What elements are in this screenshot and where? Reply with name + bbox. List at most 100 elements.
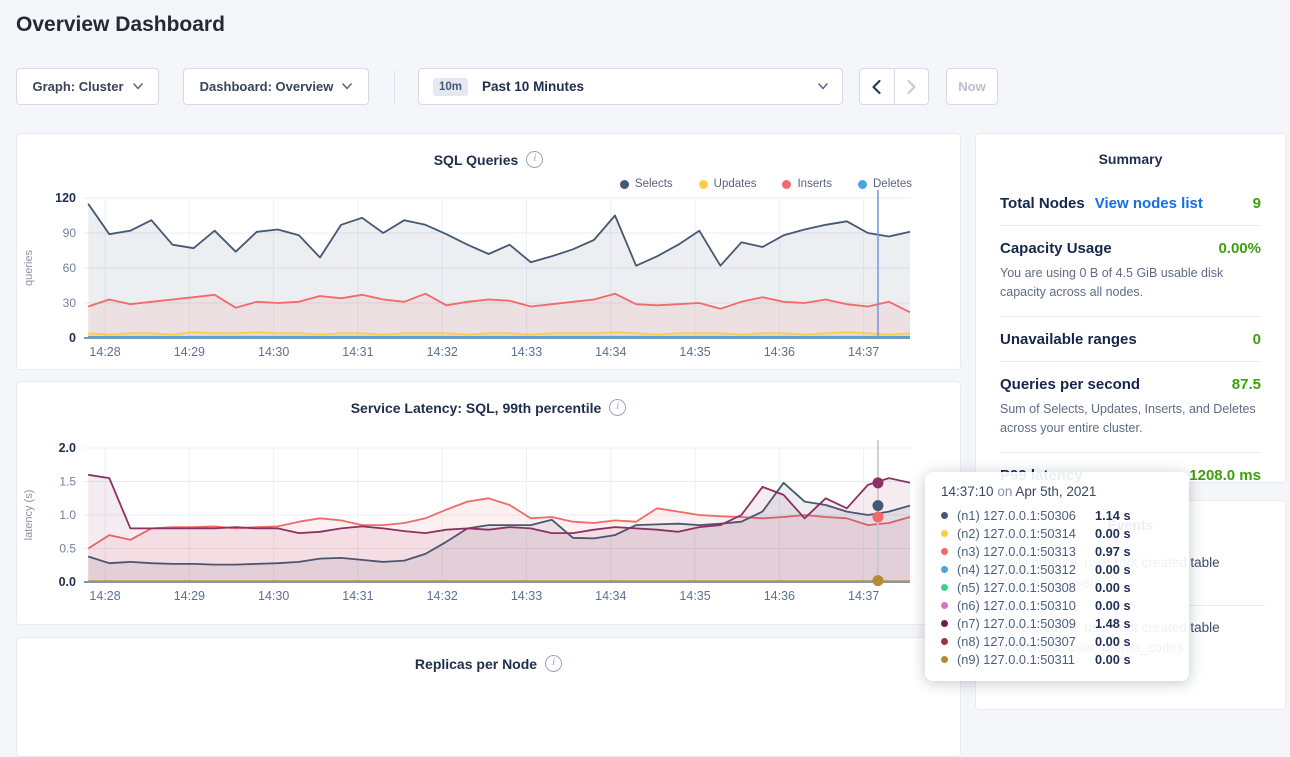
replicas-panel: Replicas per Node i — [16, 637, 961, 757]
chevron-down-icon — [818, 83, 828, 90]
node-latency-value: 0.00 s — [1095, 652, 1131, 667]
node-color-dot — [941, 548, 948, 555]
x-tick-label: 14:35 — [679, 345, 710, 359]
x-tick-label: 14:34 — [595, 345, 626, 359]
capacity-usage-label: Capacity Usage — [1000, 240, 1112, 257]
node-latency-value: 1.14 s — [1095, 508, 1131, 523]
node-address: (n1) 127.0.0.1:50306 — [957, 508, 1095, 523]
sql-queries-chart[interactable]: 14:28 14:29 14:30 14:31 14:32 14:33 14:34 14:35… — [18, 142, 961, 370]
y-tick-label: 90 — [63, 226, 77, 240]
y-tick-label: 120 — [55, 191, 76, 205]
node-color-dot — [941, 602, 948, 609]
y-tick-label: 0.0 — [59, 575, 76, 589]
node-color-dot — [941, 584, 948, 591]
qps-value: 87.5 — [1232, 376, 1261, 393]
x-tick-label: 14:28 — [89, 589, 120, 603]
tooltip-node-row: (n7) 127.0.0.1:503091.48 s — [941, 614, 1173, 632]
dashboard-dropdown[interactable]: Dashboard: Overview — [183, 68, 369, 105]
node-address: (n4) 127.0.0.1:50312 — [957, 562, 1095, 577]
graph-dropdown[interactable]: Graph: Cluster — [16, 68, 159, 105]
qps-label: Queries per second — [1000, 376, 1140, 393]
x-tick-label: 14:29 — [174, 589, 205, 603]
total-nodes-label: Total Nodes — [1000, 195, 1085, 212]
tooltip-node-row: (n6) 127.0.0.1:503100.00 s — [941, 596, 1173, 614]
y-tick-label: 60 — [63, 261, 77, 275]
node-address: (n2) 127.0.0.1:50314 — [957, 526, 1095, 541]
controls-divider — [394, 70, 395, 105]
x-tick-label: 14:30 — [258, 589, 289, 603]
x-tick-label: 14:28 — [89, 345, 120, 359]
time-range-badge: 10m — [433, 78, 468, 96]
summary-row-qps: Queries per second 87.5 Sum of Selects, … — [1000, 362, 1261, 453]
x-tick-label: 14:37 — [848, 345, 879, 359]
y-tick-label: 0.5 — [59, 542, 76, 556]
x-tick-label: 14:32 — [427, 345, 458, 359]
summary-row-capacity: Capacity Usage 0.00% You are using 0 B o… — [1000, 226, 1261, 317]
chevron-left-icon — [871, 79, 882, 95]
hover-dot — [872, 500, 883, 511]
x-tick-label: 14:30 — [258, 345, 289, 359]
y-tick-label: 0 — [69, 331, 76, 345]
page-title: Overview Dashboard — [16, 13, 225, 37]
graph-dropdown-label: Graph: Cluster — [32, 79, 123, 94]
view-nodes-list-link[interactable]: View nodes list — [1095, 195, 1203, 212]
tooltip-node-row: (n2) 127.0.0.1:503140.00 s — [941, 524, 1173, 542]
capacity-usage-value: 0.00% — [1218, 240, 1261, 257]
node-color-dot — [941, 656, 948, 663]
time-prev-button[interactable] — [860, 69, 894, 104]
y-tick-label: 1.0 — [59, 508, 76, 522]
summary-row-total-nodes: Total Nodes View nodes list 9 — [1000, 181, 1261, 226]
x-tick-label: 14:31 — [342, 589, 373, 603]
node-color-dot — [941, 620, 948, 627]
x-tick-label: 14:33 — [511, 345, 542, 359]
node-address: (n7) 127.0.0.1:50309 — [957, 616, 1095, 631]
y-tick-label: 2.0 — [59, 441, 76, 455]
now-button[interactable]: Now — [946, 68, 998, 105]
latency-chart[interactable]: 14:2814:2914:3014:3114:3214:3314:3414:35… — [18, 390, 961, 620]
y-tick-label: 30 — [63, 296, 77, 310]
node-color-dot — [941, 638, 948, 645]
info-icon[interactable]: i — [545, 655, 562, 672]
y-axis-label: latency (s) — [23, 490, 35, 541]
tooltip-node-row: (n4) 127.0.0.1:503120.00 s — [941, 560, 1173, 578]
node-address: (n9) 127.0.0.1:50311 — [957, 652, 1095, 667]
node-latency-value: 1.48 s — [1095, 616, 1131, 631]
tooltip-node-row: (n1) 127.0.0.1:503061.14 s — [941, 506, 1173, 524]
y-tick-label: 1.5 — [59, 475, 76, 489]
tooltip-node-row: (n8) 127.0.0.1:503070.00 s — [941, 632, 1173, 650]
node-latency-value: 0.00 s — [1095, 526, 1131, 541]
hover-dot — [872, 512, 883, 523]
node-color-dot — [941, 566, 948, 573]
total-nodes-value: 9 — [1253, 195, 1261, 212]
chevron-down-icon — [133, 83, 143, 90]
node-address: (n8) 127.0.0.1:50307 — [957, 634, 1095, 649]
tooltip-node-row: (n5) 127.0.0.1:503080.00 s — [941, 578, 1173, 596]
x-tick-label: 14:31 — [342, 345, 373, 359]
x-tick-label: 14:36 — [764, 589, 795, 603]
x-tick-label: 14:37 — [848, 589, 879, 603]
summary-row-unavailable: Unavailable ranges 0 — [1000, 317, 1261, 362]
node-address: (n3) 127.0.0.1:50313 — [957, 544, 1095, 559]
replicas-title: Replicas per Node — [415, 656, 537, 672]
tooltip-node-row: (n9) 127.0.0.1:503110.00 s — [941, 650, 1173, 668]
node-latency-value: 0.00 s — [1095, 634, 1131, 649]
tooltip-node-row: (n3) 127.0.0.1:503130.97 s — [941, 542, 1173, 560]
hover-dot — [872, 477, 883, 488]
node-address: (n5) 127.0.0.1:50308 — [957, 580, 1095, 595]
time-next-button[interactable] — [894, 69, 929, 104]
node-color-dot — [941, 512, 948, 519]
x-tick-label: 14:29 — [174, 345, 205, 359]
hover-tooltip-rows: (n1) 127.0.0.1:503061.14 s(n2) 127.0.0.1… — [941, 506, 1173, 668]
hover-tooltip: 14:37:10 on Apr 5th, 2021 (n1) 127.0.0.1… — [925, 472, 1189, 681]
time-range-picker[interactable]: 10m Past 10 Minutes — [418, 68, 843, 105]
qps-desc: Sum of Selects, Updates, Inserts, and De… — [1000, 400, 1261, 439]
node-color-dot — [941, 530, 948, 537]
x-tick-label: 14:32 — [427, 589, 458, 603]
node-latency-value: 0.97 s — [1095, 544, 1131, 559]
x-tick-label: 14:34 — [595, 589, 626, 603]
summary-heading: Summary — [1000, 151, 1261, 167]
hover-tooltip-time: 14:37:10 on Apr 5th, 2021 — [941, 484, 1173, 499]
x-tick-label: 14:36 — [764, 345, 795, 359]
x-tick-label: 14:33 — [511, 589, 542, 603]
capacity-usage-desc: You are using 0 B of 4.5 GiB usable disk… — [1000, 264, 1261, 303]
